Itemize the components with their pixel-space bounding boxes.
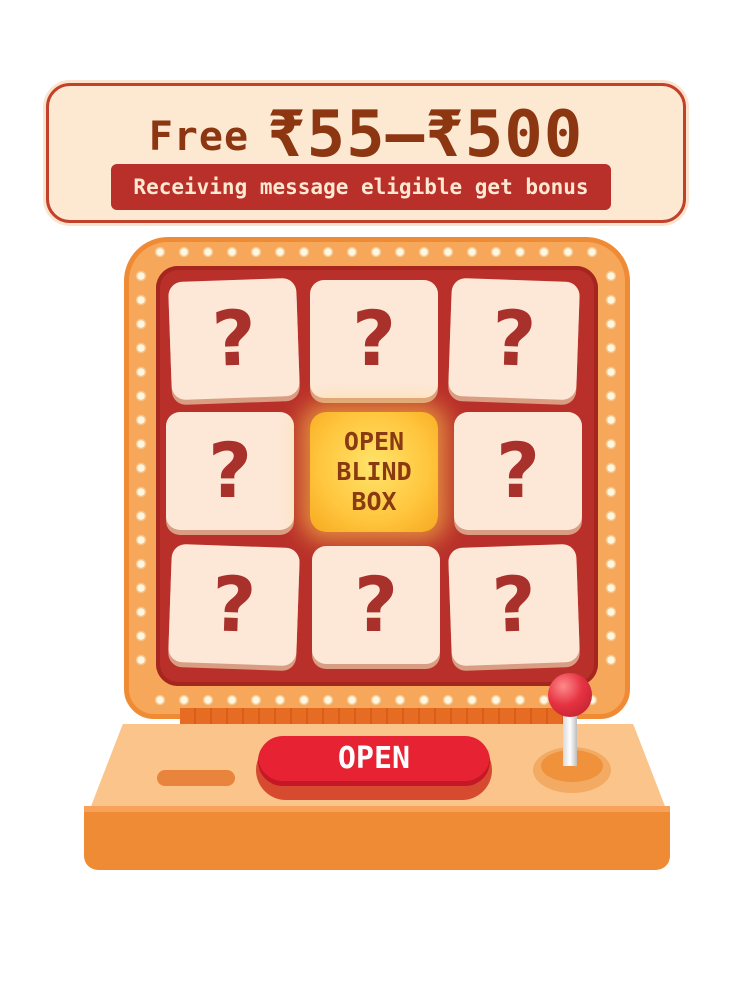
open-button[interactable]: OPEN	[258, 736, 490, 786]
question-mark-icon: ?	[490, 293, 538, 384]
question-mark-icon: ?	[351, 294, 397, 383]
blind-box-label-line-3: BOX	[351, 487, 397, 516]
coin-slot	[157, 770, 235, 786]
joystick-icon[interactable]	[548, 673, 592, 717]
mystery-box-7[interactable]: ?	[312, 546, 440, 664]
question-mark-icon: ?	[207, 426, 253, 515]
question-mark-icon: ?	[353, 560, 399, 649]
banner-amount-range: ₹55–₹500	[267, 98, 584, 172]
mystery-box-6[interactable]: ?	[167, 543, 301, 667]
banner-title: Free ₹55–₹500	[49, 98, 683, 172]
question-mark-icon: ?	[490, 559, 538, 650]
mystery-box-4[interactable]: ?	[166, 412, 294, 530]
question-mark-icon: ?	[495, 426, 541, 515]
mystery-box-1[interactable]: ?	[167, 277, 301, 401]
blind-box-label-line-2: BLIND	[336, 457, 412, 486]
control-panel-front	[84, 806, 670, 870]
question-mark-icon: ?	[210, 559, 258, 650]
blind-box-label-line-1: OPEN	[343, 427, 405, 456]
mystery-box-3[interactable]: ?	[447, 277, 581, 401]
banner-free-label: Free	[148, 114, 250, 160]
question-mark-icon: ?	[210, 293, 258, 384]
open-blind-box-button[interactable]: OPEN BLIND BOX	[310, 412, 438, 532]
banner-subtitle: Receiving message eligible get bonus	[111, 164, 611, 210]
mystery-box-8[interactable]: ?	[447, 543, 581, 667]
mystery-box-5[interactable]: ?	[454, 412, 582, 530]
mystery-box-2[interactable]: ?	[310, 280, 438, 398]
bonus-banner: Free ₹55–₹500 Receiving message eligible …	[46, 83, 686, 223]
